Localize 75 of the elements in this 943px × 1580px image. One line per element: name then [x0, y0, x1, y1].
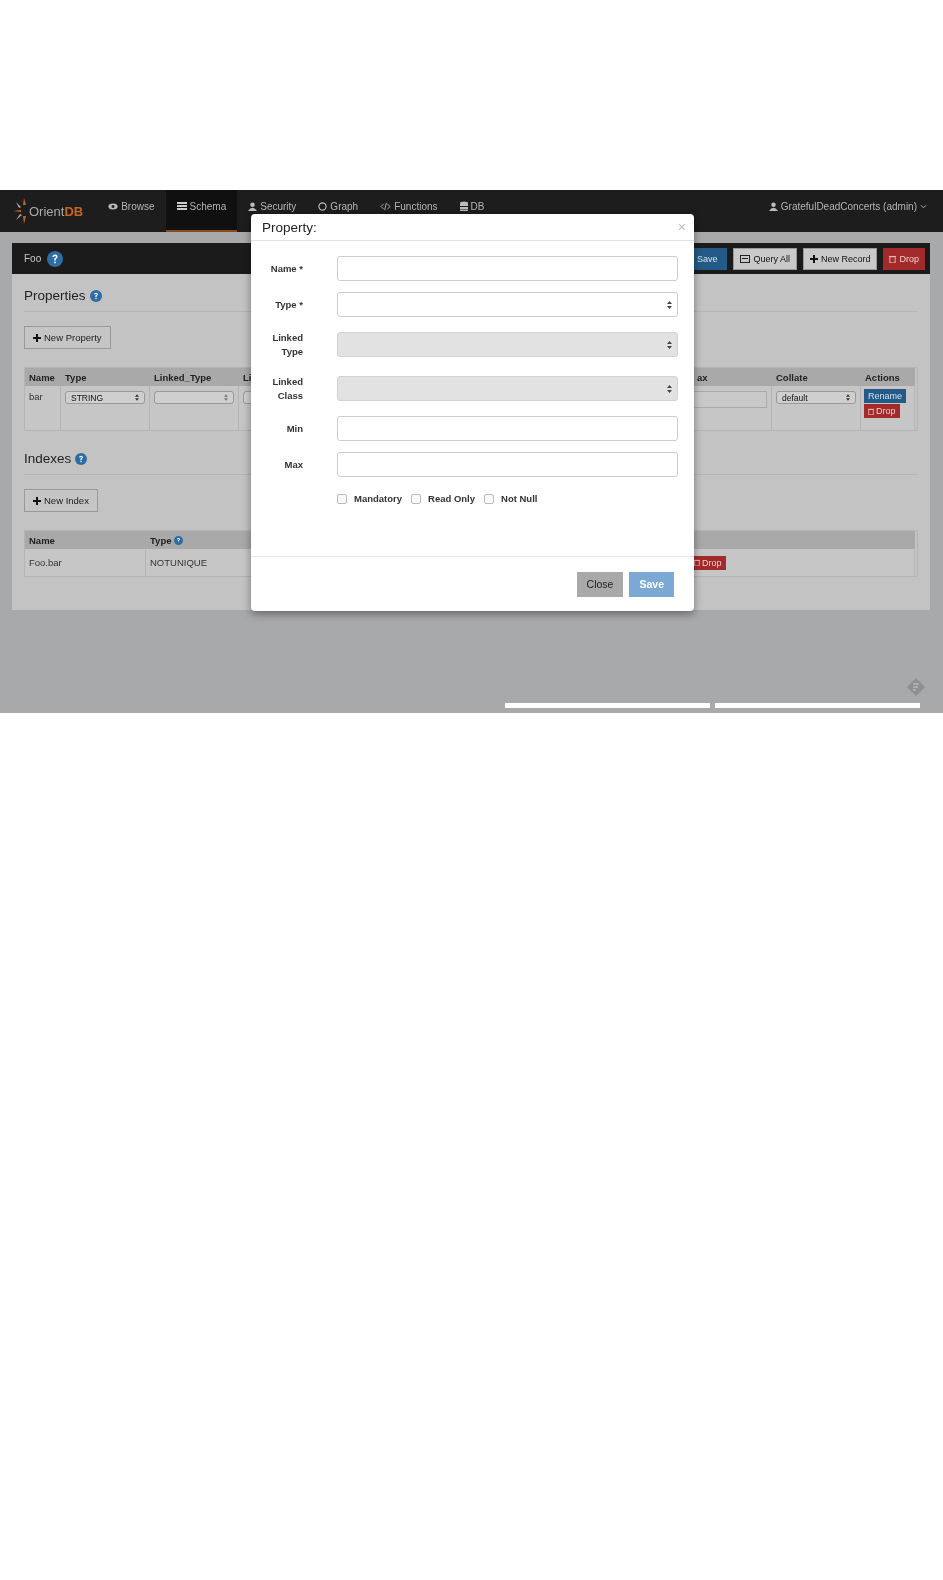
user-icon: [768, 201, 778, 211]
checkbox-label[interactable]: Read Only: [428, 493, 476, 504]
sort-arrows-icon: [667, 300, 672, 309]
caret-icon: [920, 203, 927, 209]
circle-icon: [318, 201, 328, 211]
column-header: Name: [29, 371, 55, 383]
window-icon: [740, 254, 751, 263]
new-property-button[interactable]: New Property: [24, 326, 111, 349]
sort-arrows-icon: [224, 394, 228, 401]
column-header: Type: [150, 534, 172, 546]
input-field[interactable]: [337, 452, 678, 477]
toolbar-button[interactable]: New Record: [802, 247, 878, 270]
field-label: Linked Type: [271, 330, 303, 359]
nav-tab[interactable]: Browse: [97, 190, 166, 232]
input-field[interactable]: [337, 256, 678, 281]
section-heading: Properties: [24, 288, 86, 303]
brand-name[interactable]: OrientDB: [29, 203, 84, 219]
max-field[interactable]: [691, 391, 767, 408]
bottom-tab[interactable]: [505, 703, 710, 708]
nav-tab[interactable]: DB: [448, 190, 496, 232]
linked-type-select[interactable]: [154, 391, 234, 404]
table-cell: NOTUNIQUE: [150, 557, 207, 568]
trash-icon: [868, 407, 874, 415]
column-header: Type: [65, 371, 87, 383]
sort-arrows-icon: [135, 394, 139, 401]
sort-arrows-icon: [667, 340, 672, 349]
user-menu[interactable]: GratefulDeadConcerts (admin): [768, 190, 927, 232]
user-icon: [248, 201, 258, 211]
sort-arrows-icon: [667, 384, 672, 393]
toolbar-button[interactable]: Drop: [883, 247, 925, 270]
code-icon: [380, 201, 392, 211]
nav-tab[interactable]: Schema: [165, 190, 238, 232]
column-header: ax: [697, 371, 708, 383]
checkbox[interactable]: [337, 493, 347, 504]
field-label: Type *: [274, 297, 303, 312]
nav-tab[interactable]: Functions: [369, 190, 449, 232]
column-header: Collate: [776, 371, 808, 383]
row-action-button[interactable]: Rename: [864, 389, 907, 403]
eye-icon: [108, 202, 119, 210]
row-action-button[interactable]: Drop: [864, 404, 900, 418]
list-icon: [176, 202, 187, 210]
column-header: Linked_Type: [154, 371, 212, 383]
class-title: Foo: [24, 253, 42, 264]
dialog-button[interactable]: Close: [576, 571, 624, 597]
new-index-button[interactable]: New Index: [24, 489, 98, 512]
input-field[interactable]: [337, 416, 678, 441]
bottom-tab[interactable]: [715, 703, 920, 708]
checkbox[interactable]: [411, 493, 422, 504]
checkbox-label[interactable]: Not Null: [501, 493, 538, 504]
trash-icon: [694, 559, 700, 566]
field-label: Max: [283, 457, 303, 472]
plus-icon: [33, 496, 41, 505]
plus-icon: [809, 254, 818, 263]
table-cell: Foo.bar: [29, 557, 62, 568]
checkbox-label[interactable]: Mandatory: [354, 493, 403, 504]
toolbar-button[interactable]: Query All: [733, 247, 797, 270]
collate-select[interactable]: default: [776, 391, 856, 404]
field-label: Linked Class: [271, 374, 303, 403]
select-field[interactable]: [337, 292, 678, 317]
column-header: Li: [243, 371, 252, 383]
trash-icon: [889, 254, 897, 263]
section-heading: Indexes: [24, 451, 72, 466]
type-select[interactable]: STRING: [65, 391, 145, 404]
table-cell: bar: [29, 391, 43, 402]
dialog-title: Property:: [262, 219, 317, 235]
feedback-icon[interactable]: [907, 678, 925, 696]
help-icon[interactable]: [47, 250, 64, 267]
column-header: Name: [29, 534, 55, 546]
database-icon: [459, 201, 468, 211]
column-header: Actions: [865, 371, 900, 383]
checkbox[interactable]: [484, 493, 495, 504]
field-label: Min: [285, 421, 303, 436]
plus-icon: [33, 333, 41, 342]
field-label: Name *: [269, 261, 303, 276]
sort-arrows-icon: [846, 394, 850, 401]
